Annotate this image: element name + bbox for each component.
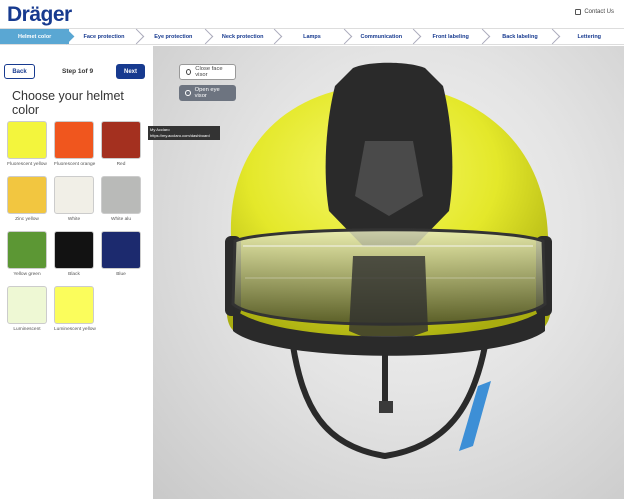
swatch-color[interactable] [54, 176, 94, 214]
swatch-blue[interactable]: Blue [101, 231, 141, 277]
swatch-color[interactable] [7, 286, 47, 324]
next-button[interactable]: Next [116, 64, 145, 79]
swatch-white[interactable]: White [54, 176, 94, 222]
swatch-color[interactable] [54, 231, 94, 269]
contact-label: Contact Us [584, 9, 614, 15]
swatch-luminescent[interactable]: Luminescent [7, 286, 47, 332]
step-lettering[interactable]: Lettering [555, 29, 624, 44]
link-tooltip: My Acclaro https://my.acclaro.com/dashbo… [148, 126, 220, 140]
contact-us-link[interactable]: Contact Us [575, 9, 614, 15]
step-front-labeling[interactable]: Front labeling [416, 28, 491, 45]
swatch-red[interactable]: Red [101, 121, 141, 167]
helmet-icon [186, 69, 192, 75]
step-neck-protection[interactable]: Neck protection [208, 28, 283, 45]
sidebar: Back Step 1of 9 Next Choose your helmet … [0, 46, 153, 499]
step-communication[interactable]: Communication [347, 28, 422, 45]
swatch-color[interactable] [54, 286, 94, 324]
blue-strap-tab [459, 381, 491, 451]
step-lamps[interactable]: Lamps [277, 28, 352, 45]
page-title: Choose your helmet color [12, 89, 124, 117]
step-eye-protection[interactable]: Eye protection [139, 28, 214, 45]
back-button[interactable]: Back [4, 64, 35, 79]
helmet-3d-viewer[interactable]: Close face visor Open eye visor [153, 46, 624, 499]
step-helmet-color[interactable]: Helmet color [0, 28, 75, 45]
helmet-icon [185, 90, 191, 96]
step-navigation: Helmet color Face protection Eye protect… [0, 28, 624, 45]
step-face-protection[interactable]: Face protection [69, 28, 144, 45]
swatch-color[interactable] [101, 121, 141, 159]
swatch-color[interactable] [54, 121, 94, 159]
step-back-labeling[interactable]: Back labeling [485, 28, 560, 45]
swatch-zinc-yellow[interactable]: Zinc yellow [7, 176, 47, 222]
swatch-color[interactable] [7, 121, 47, 159]
close-face-visor-button[interactable]: Close face visor [179, 64, 236, 80]
open-eye-visor-button[interactable]: Open eye visor [179, 85, 236, 101]
swatch-white-alu[interactable]: White alu [101, 176, 141, 222]
step-controls: Back Step 1of 9 Next [4, 64, 145, 81]
helmet-render[interactable] [153, 46, 624, 499]
swatch-color[interactable] [7, 231, 47, 269]
drager-logo[interactable]: Dräger [7, 3, 72, 27]
header: Dräger Contact Us [0, 0, 624, 28]
swatch-color[interactable] [7, 176, 47, 214]
swatch-fluorescent-orange[interactable]: Fluorescent orange [54, 121, 95, 167]
swatch-black[interactable]: Black [54, 231, 94, 277]
step-counter: Step 1of 9 [62, 68, 94, 75]
swatch-yellow-green[interactable]: Yellow green [7, 231, 47, 277]
swatch-color[interactable] [101, 176, 141, 214]
phone-icon [575, 9, 582, 15]
swatch-luminescent-yellow[interactable]: Luminescent yellow [54, 286, 96, 332]
swatch-color[interactable] [101, 231, 141, 269]
swatch-fluorescent-yellow[interactable]: Fluorescent yellow [7, 121, 47, 167]
